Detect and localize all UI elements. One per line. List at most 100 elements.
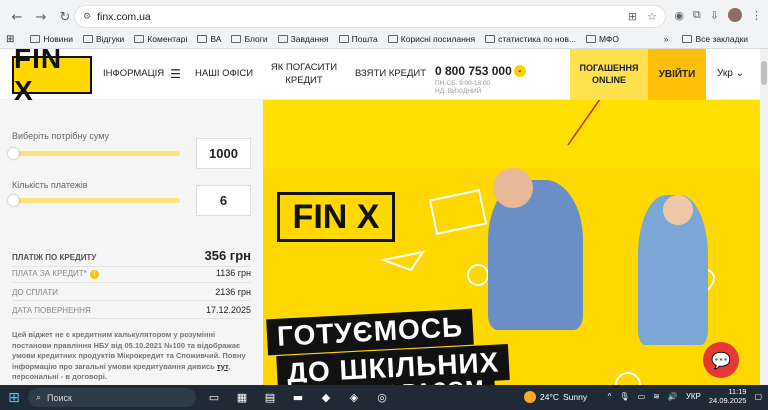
payments-value[interactable]: 6	[196, 185, 251, 216]
system-tray: ^ 🎙 ▭ ≋ 🔊 УКР 11:19 24.09.2025 ▢	[608, 387, 762, 406]
hours-sunday: НД: ВИХІДНИЙ	[435, 87, 482, 95]
bookmark-item[interactable]: Блоги	[231, 34, 268, 44]
bookmark-item[interactable]: Корисні посилання	[387, 34, 475, 44]
reload-icon[interactable]: ↻	[54, 7, 76, 27]
total-row: ДО СПЛАТИ 2136 грн	[12, 287, 251, 301]
sum-label: Виберіть потрібну суму	[12, 131, 110, 141]
copilot-icon[interactable]: ◈	[344, 388, 364, 408]
folder-icon	[277, 35, 288, 43]
translate-icon[interactable]: ⊞	[628, 10, 637, 23]
scrollbar-thumb[interactable]	[761, 61, 767, 85]
browser-toolbar: ← → ↻ ⚙ finx.com.ua ⊞ ☆ ◉ ⧉ ⇩ ⋮ ⊞ Новини…	[0, 0, 768, 49]
info-icon[interactable]: i	[89, 270, 99, 279]
hamburger-icon: ☰	[170, 66, 181, 81]
back-icon[interactable]: ←	[6, 7, 28, 27]
file-explorer-icon[interactable]: ▬	[288, 388, 308, 408]
chevron-down-icon: ⌄	[735, 68, 745, 79]
nav-how-to-pay[interactable]: ЯК ПОГАСИТИ КРЕДИТ	[268, 49, 340, 100]
banner-logo: FIN X	[277, 192, 395, 242]
weather-widget[interactable]: 24°C Sunny	[524, 391, 587, 403]
fee-row: ПЛАТА ЗА КРЕДИТ* i 1136 грн	[12, 268, 251, 283]
tray-chevron-icon[interactable]: ^	[608, 392, 612, 401]
bookmark-item[interactable]: статистика по нов...	[485, 34, 576, 44]
credit-calculator: Виберіть потрібну суму 1000 Кількість пл…	[0, 100, 263, 385]
disclaimer-link[interactable]: тут	[217, 362, 228, 371]
toolbar-actions: ◉ ⧉ ⇩ ⋮	[674, 8, 762, 22]
chevron-down-icon[interactable]: ⌄	[513, 64, 526, 77]
notifications-icon[interactable]: ▢	[754, 392, 762, 401]
chat-bubble-icon: 💬	[711, 350, 731, 370]
screenshot-icon[interactable]: ◉	[674, 9, 684, 22]
payments-slider[interactable]	[8, 195, 180, 206]
bookmark-item[interactable]: Коментарі	[134, 34, 187, 44]
battery-icon[interactable]: ▭	[638, 392, 646, 401]
sum-slider-handle[interactable]	[8, 148, 19, 159]
language-select[interactable]: Укр ⌄	[717, 68, 744, 79]
site-settings-icon[interactable]: ⚙	[83, 11, 91, 22]
chrome-icon[interactable]: ◎	[372, 388, 392, 408]
promo-banner[interactable]: FIN X ГОТУЄМОСЬ ДО ШКІЛЬНИХ ВИТРАТ РАЗОМ	[263, 100, 760, 385]
store-icon[interactable]: ▦	[232, 388, 252, 408]
boy-head-image	[493, 168, 533, 208]
folder-icon	[485, 35, 496, 43]
payments-label: Кількість платежів	[12, 180, 88, 190]
bookmark-item[interactable]: Завдання	[277, 34, 329, 44]
keyboard-language[interactable]: УКР	[686, 392, 701, 401]
folder-icon	[30, 35, 41, 43]
bookmarks-bar: ⊞ Новини Відгуки Коментарі ВА Блоги Завд…	[0, 30, 768, 48]
folder-icon	[82, 35, 93, 43]
bookmark-item[interactable]: МФО	[585, 34, 619, 44]
folder-icon	[585, 35, 596, 43]
girl-head-image	[663, 195, 693, 225]
nav-buttons: ← → ↻	[6, 7, 76, 27]
taskbar-search[interactable]: ⌕ Поиск	[28, 388, 196, 407]
sun-icon	[524, 391, 536, 403]
app-icon[interactable]: ◆	[316, 388, 336, 408]
windows-taskbar: ⊞ ⌕ Поиск ▭ ▦ ▤ ▬ ◆ ◈ ◎ 24°C Sunny ^ 🎙 ▭…	[0, 385, 768, 410]
folder-icon	[682, 35, 693, 43]
folder-icon	[338, 35, 349, 43]
folder-icon	[387, 35, 398, 43]
phone-number[interactable]: 0 800 753 000	[435, 64, 512, 78]
url-text: finx.com.ua	[97, 10, 151, 23]
return-date-row: ДАТА ПОВЕРНЕННЯ 17.12.2025	[12, 305, 251, 319]
sum-slider[interactable]	[8, 148, 180, 159]
finx-logo[interactable]: FIN X	[12, 43, 92, 106]
login-button[interactable]: УВІЙТИ	[648, 49, 706, 100]
pay-online-button[interactable]: ПОГАШЕННЯ ONLINE	[570, 49, 648, 100]
search-icon: ⌕	[36, 392, 42, 402]
wifi-icon[interactable]: ≋	[653, 392, 660, 401]
hours-weekdays: ПН-СБ: 9:00-18:00	[435, 80, 491, 87]
forward-icon[interactable]: →	[30, 7, 52, 27]
payments-slider-handle[interactable]	[8, 195, 19, 206]
windows-start-icon[interactable]: ⊞	[0, 385, 28, 410]
page-scrollbar[interactable]	[760, 49, 768, 385]
phone-block[interactable]: 0 800 753 000 ⌄ ПН-СБ: 9:00-18:00 НД: ВИХ…	[435, 62, 526, 96]
payment-row: ПЛАТІЖ ПО КРЕДИТУ 356 грн	[12, 248, 251, 267]
downloads-icon[interactable]: ⇩	[710, 9, 719, 22]
bookmark-item[interactable]: ВА	[197, 34, 221, 44]
disclaimer: Цей віджет не є кредитним калькулятором …	[12, 330, 246, 381]
calculator-icon[interactable]: ▤	[260, 388, 280, 408]
site-header: FIN X ІНФОРМАЦІЯ ☰ НАШІ ОФІСИ ЯК ПОГАСИТИ…	[0, 43, 768, 106]
nav-get-credit[interactable]: ВЗЯТИ КРЕДИТ	[355, 49, 426, 100]
microphone-icon[interactable]: 🎙	[619, 392, 629, 401]
bookmark-star-icon[interactable]: ☆	[647, 10, 657, 23]
bookmark-item[interactable]: Пошта	[338, 34, 378, 44]
chat-button[interactable]: 💬	[703, 342, 739, 378]
nav-info[interactable]: ІНФОРМАЦІЯ ☰	[103, 49, 181, 100]
sum-value[interactable]: 1000	[196, 138, 251, 169]
extensions-icon[interactable]: ⧉	[693, 8, 701, 22]
all-bookmarks-button[interactable]: Все закладки	[682, 34, 748, 44]
task-view-icon[interactable]: ▭	[204, 388, 224, 408]
clock[interactable]: 11:19 24.09.2025	[709, 387, 747, 406]
address-bar[interactable]: ⚙ finx.com.ua ⊞ ☆	[74, 5, 666, 28]
nav-offices[interactable]: НАШІ ОФІСИ	[195, 49, 253, 100]
folder-icon	[231, 35, 242, 43]
folder-icon	[197, 35, 208, 43]
volume-icon[interactable]: 🔊	[668, 392, 678, 401]
profile-avatar[interactable]	[728, 8, 742, 22]
folder-icon	[134, 35, 145, 43]
more-bookmarks-button[interactable]: »	[664, 34, 669, 44]
menu-icon[interactable]: ⋮	[751, 9, 762, 22]
